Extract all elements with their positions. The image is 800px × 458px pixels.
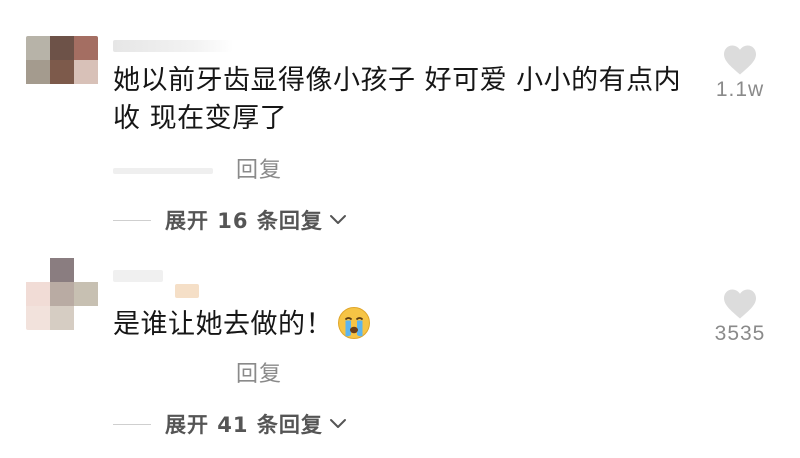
comment-item: 是谁让她去做的！ 回复 展开 41 条回复 3535: [0, 252, 800, 458]
comment-text-line: 收 现在变厚了: [113, 103, 288, 134]
comment-text: 是谁让她去做的！: [113, 306, 371, 344]
divider: [113, 423, 151, 425]
like-area: 1.1w: [680, 44, 800, 102]
divider: [113, 219, 151, 221]
crying-face-emoji: [338, 306, 370, 339]
avatar[interactable]: [26, 36, 98, 108]
username-badge: [175, 284, 199, 298]
avatar[interactable]: [26, 258, 98, 330]
expand-replies-label: 展开 41 条回复: [165, 413, 323, 437]
comment-text-line: 她以前牙齿显得像小孩子 好可爱 小小的有点内: [113, 65, 682, 96]
like-area: 3535: [680, 288, 800, 346]
expand-replies-button[interactable]: 展开 41 条回复: [113, 409, 347, 439]
heart-icon[interactable]: [722, 288, 758, 320]
comment-text-line: 是谁让她去做的！: [113, 309, 333, 340]
heart-icon[interactable]: [722, 44, 758, 76]
like-count: 3535: [714, 322, 766, 345]
comment-meta: [113, 168, 213, 174]
expand-replies-label: 展开 16 条回复: [165, 209, 323, 233]
comment-item: 她以前牙齿显得像小孩子 好可爱 小小的有点内 收 现在变厚了 回复 展开 16 …: [0, 0, 800, 250]
reply-button[interactable]: 回复: [236, 356, 282, 388]
chevron-down-icon: [329, 419, 346, 428]
like-count: 1.1w: [715, 78, 765, 101]
chevron-down-icon: [329, 215, 346, 224]
expand-replies-button[interactable]: 展开 16 条回复: [113, 205, 347, 235]
username[interactable]: [113, 270, 163, 282]
comment-text: 她以前牙齿显得像小孩子 好可爱 小小的有点内 收 现在变厚了: [113, 62, 681, 138]
reply-button[interactable]: 回复: [236, 152, 282, 184]
username[interactable]: [113, 40, 233, 52]
